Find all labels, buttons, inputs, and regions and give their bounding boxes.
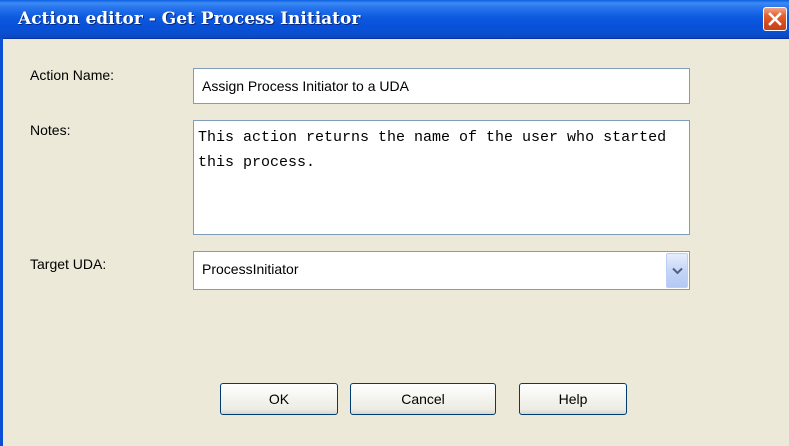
chevron-down-icon	[672, 267, 683, 275]
window-title: Action editor - Get Process Initiator	[18, 9, 361, 29]
action-name-label: Action Name:	[30, 67, 115, 83]
target-uda-selected-value: ProcessInitiator	[202, 261, 299, 277]
help-button[interactable]: Help	[519, 383, 627, 415]
title-bar[interactable]: Action editor - Get Process Initiator	[0, 0, 789, 39]
cancel-button[interactable]: Cancel	[350, 383, 496, 415]
ok-button[interactable]: OK	[220, 383, 338, 415]
close-button[interactable]	[763, 7, 787, 31]
notes-textarea[interactable]: This action returns the name of the user…	[193, 120, 690, 235]
target-uda-select[interactable]: ProcessInitiator	[193, 251, 690, 290]
action-name-input[interactable]	[193, 68, 690, 104]
dropdown-button[interactable]	[666, 253, 688, 288]
close-x-icon	[768, 12, 782, 26]
notes-label: Notes:	[30, 122, 71, 138]
action-editor-dialog: Action editor - Get Process Initiator Ac…	[0, 0, 789, 446]
window-left-border	[0, 38, 3, 446]
target-uda-label: Target UDA:	[30, 256, 107, 272]
